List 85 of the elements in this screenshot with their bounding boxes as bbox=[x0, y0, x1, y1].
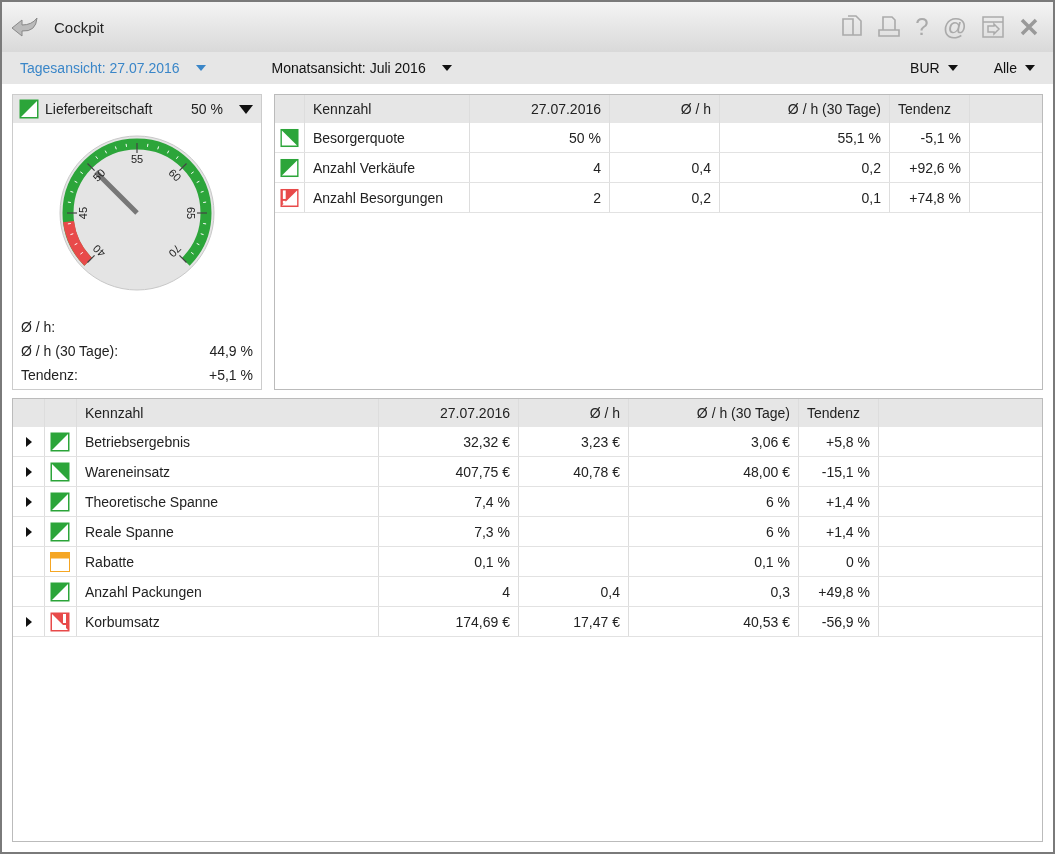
column-header[interactable]: Ø / h bbox=[519, 399, 629, 427]
table-cell: 7,4 % bbox=[474, 493, 510, 510]
gauge-tick-label: 55 bbox=[130, 153, 144, 165]
window-title: Cockpit bbox=[54, 18, 105, 36]
table-cell: 0,2 bbox=[861, 159, 881, 176]
table-cell: 6 % bbox=[765, 493, 790, 510]
table-cell: Betriebsergebnis bbox=[85, 433, 191, 450]
table-cell: 40,78 € bbox=[573, 463, 620, 480]
table-cell: -56,9 % bbox=[821, 613, 870, 630]
column-header[interactable]: Kennzahl bbox=[305, 95, 470, 123]
table-cell: 17,47 € bbox=[573, 613, 620, 630]
stat-label: Ø / h: bbox=[21, 319, 56, 335]
table-cell: 3,06 € bbox=[751, 433, 790, 450]
dropdown-caret-icon[interactable] bbox=[239, 104, 253, 114]
table-cell: +1,4 % bbox=[826, 523, 870, 540]
table-cell: Anzahl Verkäufe bbox=[313, 159, 415, 176]
stat-label: Ø / h (30 Tage): bbox=[21, 343, 118, 359]
expand-arrow-icon[interactable] bbox=[25, 466, 32, 477]
table-cell: Wareneinsatz bbox=[85, 463, 171, 480]
table-cell: 0,1 % bbox=[474, 553, 510, 570]
table-cell: 6 % bbox=[765, 523, 790, 540]
column-header[interactable]: Ø / h bbox=[610, 95, 720, 123]
column-header[interactable]: 27.07.2016 bbox=[379, 399, 519, 427]
gauge-tick-label: 45 bbox=[77, 206, 89, 220]
table-cell: 0,1 bbox=[861, 189, 881, 206]
table-cell: 2 bbox=[593, 189, 601, 206]
column-header[interactable]: Ø / h (30 Tage) bbox=[629, 399, 799, 427]
table-cell: +49,8 % bbox=[818, 583, 870, 600]
expand-arrow-icon[interactable] bbox=[25, 616, 32, 627]
gauge-tick-label: 70 bbox=[166, 242, 184, 260]
stat-value: +5,1 % bbox=[209, 367, 253, 383]
indicator-value: 50 % bbox=[191, 101, 223, 117]
table-cell: Theoretische Spanne bbox=[85, 493, 219, 510]
table-cell: 32,32 € bbox=[463, 433, 510, 450]
table-cell: 0,4 bbox=[600, 583, 620, 600]
back-arrow-icon[interactable] bbox=[10, 16, 40, 38]
table-cell: +1,4 % bbox=[826, 493, 870, 510]
gauge-tick-label: 60 bbox=[166, 166, 184, 184]
stat-label: Tendenz: bbox=[21, 367, 78, 383]
expand-arrow-icon[interactable] bbox=[25, 526, 32, 537]
table-cell: 0 % bbox=[845, 553, 870, 570]
column-header[interactable]: Tendenz bbox=[890, 95, 970, 123]
indicator-name: Lieferbereitschaft bbox=[45, 101, 154, 117]
table-cell: 4 bbox=[593, 159, 601, 176]
table-cell: +74,8 % bbox=[909, 189, 961, 206]
table-cell: 0,2 bbox=[691, 189, 711, 206]
stat-value: 44,9 % bbox=[209, 343, 253, 359]
table-cell: Besorgerquote bbox=[313, 129, 405, 146]
expand-arrow-icon[interactable] bbox=[25, 436, 32, 447]
column-header[interactable]: Kennzahl bbox=[77, 399, 379, 427]
column-header[interactable]: 27.07.2016 bbox=[470, 95, 610, 123]
expand-arrow-icon[interactable] bbox=[25, 496, 32, 507]
view-dropdown[interactable]: Monatsansicht: Juli 2016 bbox=[263, 58, 460, 78]
filter-dropdown[interactable]: BUR bbox=[902, 58, 966, 78]
table-cell: Anzahl Packungen bbox=[85, 583, 202, 600]
table-cell: 4 bbox=[502, 583, 510, 600]
table-cell: 407,75 € bbox=[455, 463, 510, 480]
table-cell: 0,1 % bbox=[754, 553, 790, 570]
table-cell: 3,23 € bbox=[581, 433, 620, 450]
table-cell: 0,3 bbox=[770, 583, 790, 600]
table-cell: +5,8 % bbox=[826, 433, 870, 450]
table-cell: Anzahl Besorgungen bbox=[313, 189, 443, 206]
caret-icon bbox=[947, 65, 958, 71]
table-cell: 40,53 € bbox=[743, 613, 790, 630]
caret-icon bbox=[195, 65, 206, 71]
table-cell: -15,1 % bbox=[821, 463, 870, 480]
table-cell: +92,6 % bbox=[909, 159, 961, 176]
table-cell: 7,3 % bbox=[474, 523, 510, 540]
gauge-tick-label: 40 bbox=[90, 242, 108, 260]
table-cell: 55,1 % bbox=[837, 129, 881, 146]
caret-icon bbox=[441, 65, 452, 71]
table-cell: 50 % bbox=[569, 129, 601, 146]
gauge-tick-label: 65 bbox=[185, 206, 197, 220]
column-header[interactable]: Tendenz bbox=[799, 399, 879, 427]
caret-icon bbox=[1025, 65, 1035, 71]
column-header[interactable]: Ø / h (30 Tage) bbox=[720, 95, 890, 123]
table-cell: Reale Spanne bbox=[85, 523, 174, 540]
table-cell: Korbumsatz bbox=[85, 613, 160, 630]
table-cell: 48,00 € bbox=[743, 463, 790, 480]
table-cell: -5,1 % bbox=[920, 129, 961, 146]
table-cell: 174,69 € bbox=[455, 613, 510, 630]
table-cell: Rabatte bbox=[85, 553, 135, 570]
table-cell: 0,4 bbox=[691, 159, 711, 176]
filter-dropdown[interactable]: Alle bbox=[985, 58, 1043, 78]
gauge-tick-label: 50 bbox=[90, 166, 108, 184]
